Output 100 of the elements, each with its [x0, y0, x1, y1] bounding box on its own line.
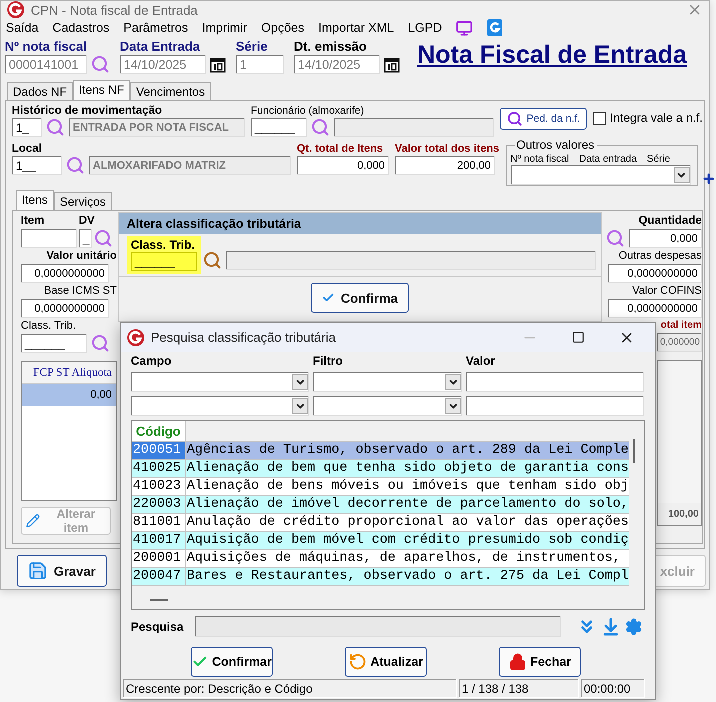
calendar-icon[interactable]: [210, 56, 226, 72]
logo-icon[interactable]: [487, 19, 504, 37]
confirm-button[interactable]: Confirma: [311, 283, 409, 313]
search-icon[interactable]: [606, 229, 625, 248]
close-button[interactable]: Fechar: [499, 647, 581, 677]
field-label: Nº nota fiscal: [5, 39, 88, 54]
menu-item[interactable]: Opções: [261, 21, 304, 35]
table-cell: 0,00: [22, 384, 116, 406]
dropdown[interactable]: [510, 165, 691, 185]
column-label: Data entrada: [579, 154, 638, 165]
search-icon[interactable]: [46, 118, 65, 137]
text-field[interactable]: ______: [21, 334, 87, 353]
tab[interactable]: Dados NF: [7, 82, 74, 100]
tab[interactable]: Serviços: [54, 192, 112, 210]
table-cell[interactable]: 200001: [132, 550, 186, 567]
text-field[interactable]: _: [79, 229, 92, 248]
menu-item[interactable]: Saída: [6, 21, 39, 35]
menu-item[interactable]: Imprimir: [202, 21, 248, 35]
search-icon[interactable]: [91, 334, 110, 353]
search-icon[interactable]: [94, 229, 113, 248]
search-field[interactable]: [195, 616, 561, 637]
add-icon[interactable]: [702, 172, 716, 186]
field-label: Dt. emissão: [294, 39, 368, 54]
refresh-icon: [348, 653, 367, 671]
menu-item[interactable]: Cadastros: [52, 21, 110, 35]
dropdown[interactable]: [313, 372, 462, 392]
table-cell[interactable]: Agências de Turismo, observado o art. 289 da Lei Comple: [186, 442, 629, 459]
text-field[interactable]: [21, 229, 77, 248]
text-field[interactable]: [466, 396, 644, 416]
field-label: Qt. total de Itens: [297, 143, 384, 155]
tab[interactable]: Itens: [16, 190, 54, 210]
tab[interactable]: Itens NF: [73, 80, 130, 100]
dropdown[interactable]: [131, 372, 309, 392]
search-icon[interactable]: [91, 55, 110, 74]
checkbox[interactable]: [593, 112, 606, 124]
status-text: 1 / 138 / 138: [459, 679, 579, 698]
page-title: Nota Fiscal de Entrada: [417, 41, 687, 70]
menu-item[interactable]: Importar XML: [318, 21, 394, 35]
table-cell[interactable]: 200047: [132, 568, 186, 585]
text-field[interactable]: [466, 372, 644, 392]
table-cell[interactable]: Aquisições de máquinas, de aparelhos, de instrumentos,: [186, 550, 629, 567]
field-label: Class. Trib.: [131, 238, 196, 252]
arrow-down-to-line-icon[interactable]: [601, 616, 621, 636]
monitor-icon[interactable]: [456, 20, 474, 36]
field-label: Valor unitário: [46, 250, 117, 262]
column-label: Série: [647, 154, 670, 165]
text-field[interactable]: ______: [131, 252, 197, 271]
menu-item[interactable]: Parâmetros: [124, 21, 188, 35]
refresh-button[interactable]: Atualizar: [345, 647, 427, 677]
logo-icon: [127, 328, 145, 346]
status-text: 00:00:00: [581, 679, 645, 698]
field-label: Outras despesas: [618, 250, 702, 262]
menu-item[interactable]: LGPD: [408, 21, 442, 35]
field-label: Pesquisa: [131, 620, 185, 634]
table-cell[interactable]: Bares e Restaurantes, observado o art. 275 da Lei Compl: [186, 568, 629, 585]
text-field[interactable]: 1__: [12, 156, 62, 175]
pencil-icon: [26, 513, 40, 529]
text-field[interactable]: 1_: [12, 118, 42, 137]
maximize-icon[interactable]: [572, 331, 585, 344]
text-field[interactable]: 0,0000000000: [21, 264, 109, 283]
field-label: Valor: [466, 354, 496, 368]
table-cell[interactable]: 410025: [132, 460, 186, 477]
settings-icon[interactable]: [625, 618, 643, 636]
order-button[interactable]: Ped. da n.f.: [500, 108, 588, 130]
lock-icon: [508, 653, 526, 671]
text-field[interactable]: ______: [251, 118, 307, 137]
search-icon[interactable]: [506, 111, 523, 127]
text-field[interactable]: 0,0000000000: [608, 264, 702, 283]
table-cell[interactable]: 200051: [132, 442, 186, 459]
scrollbar: [150, 598, 168, 602]
calendar-icon[interactable]: [384, 56, 400, 72]
table-cell[interactable]: Alienação de imóvel decorrente de parcelamento do solo,: [186, 496, 629, 513]
table-cell[interactable]: 220003: [132, 496, 186, 513]
checkbox-label: Integra vale a n.f.: [610, 111, 703, 125]
table-cell[interactable]: 811001: [132, 514, 186, 531]
table-cell[interactable]: Alienação de bem que tenha sido objeto de garantia cons: [186, 460, 629, 477]
table-cell[interactable]: Anulação de crédito proporcional ao valor das operações: [186, 514, 629, 531]
save-button[interactable]: Gravar: [17, 555, 107, 587]
confirm-button[interactable]: Confirmar: [191, 647, 273, 677]
search-icon[interactable]: [311, 118, 330, 137]
field-label: Série: [236, 39, 269, 54]
search-icon[interactable]: [66, 156, 85, 175]
field-label: Local: [12, 143, 44, 155]
text-field[interactable]: 0,0000000000: [21, 299, 109, 318]
text-field[interactable]: 0,000: [629, 229, 702, 248]
scrollbar: [632, 439, 636, 463]
field-label: Quantidade: [638, 215, 702, 227]
search-icon[interactable]: [203, 251, 222, 270]
field-label: Valor total dos itens: [395, 143, 500, 155]
text-field[interactable]: 0,0000000000: [608, 299, 702, 318]
field-label: Histórico de movimentação: [12, 105, 164, 117]
group-title: Outros valores: [514, 138, 597, 152]
field-label: otal item: [660, 320, 702, 331]
dropdown[interactable]: [313, 396, 462, 416]
table-cell[interactable]: 410017: [132, 532, 186, 549]
dropdown[interactable]: [131, 396, 309, 416]
tab[interactable]: Vencimentos: [130, 82, 212, 100]
table-cell[interactable]: Alienação de bens móveis ou imóveis que tenham sido obj: [186, 478, 629, 495]
table-cell[interactable]: 410023: [132, 478, 186, 495]
table-cell[interactable]: Aquisição de bem móvel com crédito presumido sob condiç: [186, 532, 629, 549]
